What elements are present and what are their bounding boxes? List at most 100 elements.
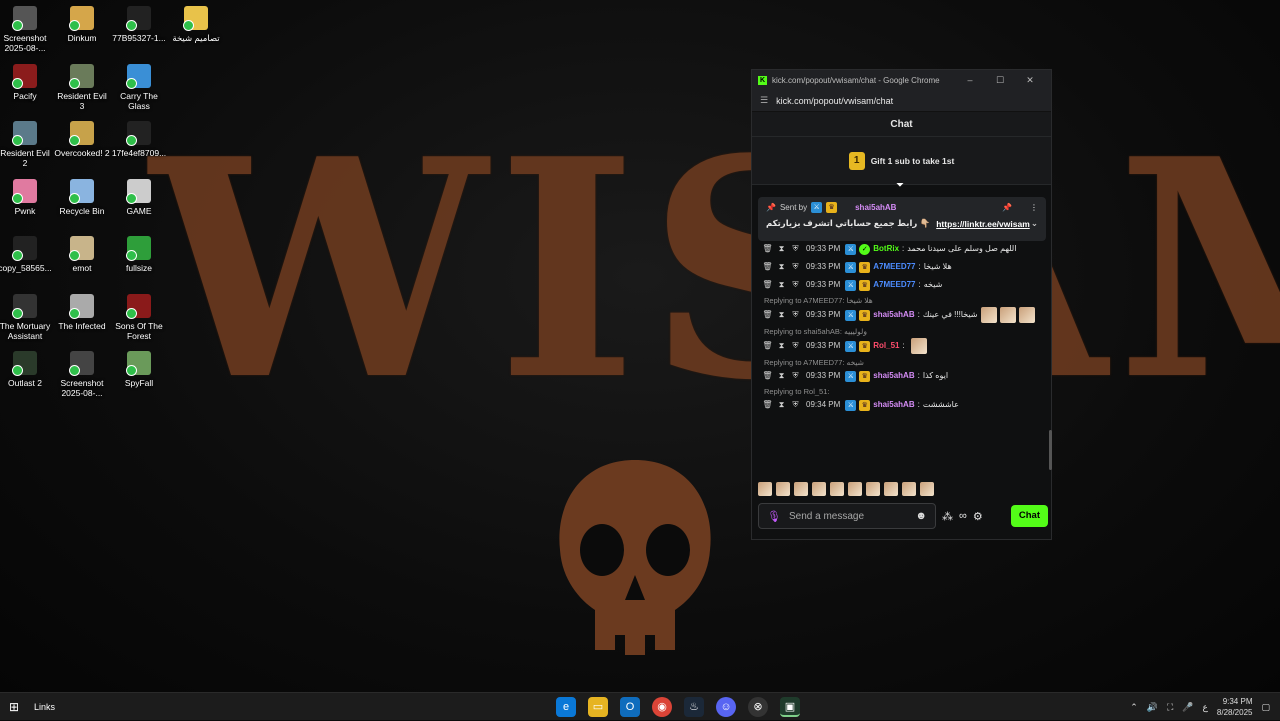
discord-icon[interactable]: ☺ <box>716 697 736 717</box>
timeout-icon[interactable]: ⧗ <box>776 278 787 292</box>
more-options-icon[interactable]: ⋮ <box>1030 203 1038 212</box>
chat-input[interactable]: 🎙 Send a message ☻ <box>758 503 936 529</box>
desktop-icon[interactable]: Resident Evil 3 <box>54 63 110 111</box>
clock[interactable]: 9:34 PM 8/28/2025 <box>1217 696 1253 718</box>
gift-sub-banner[interactable]: 1 Gift 1 sub to take 1st <box>752 137 1051 185</box>
infinity-icon[interactable]: ∞ <box>959 510 967 522</box>
emote-icon[interactable] <box>1018 307 1035 323</box>
delete-icon[interactable]: 🗑 <box>762 339 773 353</box>
message-username[interactable]: shai5ahAB <box>873 369 914 383</box>
desktop-icon[interactable]: GAME <box>111 178 167 216</box>
message-username[interactable]: shai5ahAB <box>873 308 914 322</box>
url-text[interactable]: kick.com/popout/vwisam/chat <box>776 96 893 106</box>
emote-icon[interactable] <box>902 482 916 496</box>
outlook-icon[interactable]: O <box>620 697 640 717</box>
network-icon[interactable]: ⛶ <box>1167 702 1173 713</box>
shield-icon[interactable]: ⛨ <box>790 398 801 412</box>
emote-icon[interactable] <box>884 482 898 496</box>
timeout-icon[interactable]: ⧗ <box>776 369 787 383</box>
emote-icon[interactable] <box>920 482 934 496</box>
desktop-icon[interactable]: emot <box>54 236 110 273</box>
message-username[interactable]: BotRix <box>873 242 899 256</box>
message-username[interactable]: A7MEED77 <box>873 260 915 274</box>
microphone-tray-icon[interactable]: 🎤 <box>1182 702 1193 713</box>
volume-icon[interactable]: 🔊 <box>1147 702 1158 713</box>
reply-reference[interactable]: Replying to Rol_51: <box>752 385 1050 396</box>
reply-reference[interactable]: Replying to A7MEED77: شيخه <box>752 356 1050 367</box>
emoji-icon[interactable]: ☻ <box>915 510 927 522</box>
gear-icon[interactable]: ⚙ <box>973 510 983 523</box>
close-button[interactable]: ✕ <box>1015 75 1045 86</box>
desktop-icon[interactable]: Pwnk <box>0 178 53 216</box>
desktop-icon[interactable]: copy_58565... <box>0 236 53 273</box>
desktop-icon[interactable]: The Infected <box>54 293 110 331</box>
kick-window-icon[interactable]: ▣ <box>780 697 800 717</box>
reply-reference[interactable]: Replying to shai5ahAB: ولوليييه <box>752 325 1050 336</box>
steam-icon[interactable]: ♨ <box>684 697 704 717</box>
desktop-icon[interactable]: Recycle Bin <box>54 178 110 216</box>
windows-start-icon[interactable]: ⊞ <box>0 700 28 714</box>
desktop-icon[interactable]: Sons Of The Forest <box>111 293 167 341</box>
timeout-icon[interactable]: ⧗ <box>776 260 787 274</box>
delete-icon[interactable]: 🗑 <box>762 278 773 292</box>
emote-icon[interactable] <box>980 307 997 323</box>
desktop-icon[interactable]: Dinkum <box>54 6 110 43</box>
reply-reference[interactable]: Replying to A7MEED77: هلا شيخا <box>752 294 1050 305</box>
pinned-username[interactable]: shai5ahAB <box>855 203 896 212</box>
chat-input-placeholder[interactable]: Send a message <box>789 511 864 522</box>
chevron-up-icon[interactable]: ⌃ <box>1130 702 1138 713</box>
delete-icon[interactable]: 🗑 <box>762 398 773 412</box>
shield-icon[interactable]: ⛨ <box>790 308 801 322</box>
timeout-icon[interactable]: ⧗ <box>776 339 787 353</box>
desktop-icon[interactable]: 77B95327-1... <box>111 6 167 43</box>
emote-icon[interactable] <box>830 482 844 496</box>
chat-scrollbar[interactable] <box>1049 430 1052 470</box>
emote-icon[interactable] <box>910 338 927 354</box>
desktop-icon[interactable]: The Mortuary Assistant <box>0 293 53 341</box>
message-username[interactable]: A7MEED77 <box>873 278 915 292</box>
delete-icon[interactable]: 🗑 <box>762 308 773 322</box>
desktop-icon[interactable]: Outlast 2 <box>0 351 53 388</box>
emote-icon[interactable] <box>758 482 772 496</box>
desktop-icon[interactable]: تصاميم شيخة <box>168 6 224 43</box>
timeout-icon[interactable]: ⧗ <box>776 398 787 412</box>
links-toolbar[interactable]: Links <box>34 702 55 712</box>
emote-icon[interactable] <box>812 482 826 496</box>
microphone-icon[interactable]: 🎙 <box>767 510 781 523</box>
unpin-icon[interactable]: 📌 <box>1002 203 1012 212</box>
shield-icon[interactable]: ⛨ <box>790 260 801 274</box>
shield-icon[interactable]: ⛨ <box>790 278 801 292</box>
address-bar[interactable]: ☰ kick.com/popout/vwisam/chat <box>752 90 1051 112</box>
emote-icon[interactable] <box>848 482 862 496</box>
maximize-button[interactable]: ☐ <box>985 75 1015 86</box>
desktop-icon[interactable]: Pacify <box>0 63 53 101</box>
desktop-icon[interactable]: Screenshot 2025-08-... <box>54 351 110 398</box>
site-settings-icon[interactable]: ☰ <box>760 95 768 106</box>
timeout-icon[interactable]: ⧗ <box>776 242 787 256</box>
xbox-icon[interactable]: ⊗ <box>748 697 768 717</box>
chevron-down-icon[interactable]: ⌄ <box>1031 218 1038 229</box>
desktop-icon[interactable]: SpyFall <box>111 351 167 388</box>
delete-icon[interactable]: 🗑 <box>762 242 773 256</box>
emote-icon[interactable] <box>999 307 1016 323</box>
shield-icon[interactable]: ⛨ <box>790 369 801 383</box>
desktop-icon[interactable]: Screenshot 2025-08-... <box>0 6 53 53</box>
shield-icon[interactable]: ⛨ <box>790 339 801 353</box>
chrome-icon[interactable]: ◉ <box>652 697 672 717</box>
language-indicator[interactable]: ع <box>1203 702 1208 713</box>
desktop-icon[interactable]: Resident Evil 2 <box>0 121 53 168</box>
desktop-icon[interactable]: Carry The Glass <box>111 63 167 111</box>
timeout-icon[interactable]: ⧗ <box>776 308 787 322</box>
emote-icon[interactable] <box>776 482 790 496</box>
message-username[interactable]: Rol_51 <box>873 339 899 353</box>
edge-icon[interactable]: e <box>556 697 576 717</box>
file-explorer-icon[interactable]: ▭ <box>588 697 608 717</box>
minimize-button[interactable]: – <box>955 75 985 85</box>
desktop-icon[interactable]: fullsize <box>111 236 167 273</box>
desktop-icon[interactable]: 17fe4ef8709... <box>111 121 167 158</box>
delete-icon[interactable]: 🗑 <box>762 369 773 383</box>
desktop-icon[interactable]: Overcooked! 2 <box>54 121 110 158</box>
emote-icon[interactable] <box>866 482 880 496</box>
pinned-link[interactable]: https://linktr.ee/vwisam <box>936 219 1030 229</box>
shield-icon[interactable]: ⛨ <box>790 242 801 256</box>
